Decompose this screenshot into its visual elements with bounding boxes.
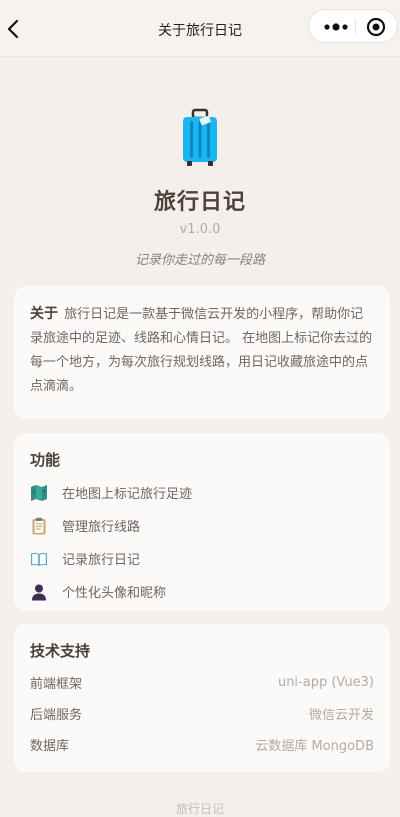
feature-item: 个性化头像和昵称 [30, 575, 374, 608]
tech-value: uni-app (Vue3) [277, 675, 374, 690]
feature-label: 个性化头像和昵称 [62, 586, 167, 601]
features-title: 功能 [30, 451, 61, 469]
features-card: 功能 在地图上标记旅行足迹 管理旅行线路 记录旅行日记 个性化头像和昵称 [14, 433, 390, 611]
tech-key: 后端服务 [30, 708, 83, 723]
close-icon[interactable] [365, 16, 387, 38]
more-icon[interactable] [319, 16, 353, 38]
feature-item: 管理旅行线路 [30, 509, 374, 542]
intro-description: 旅行日记是一款基于微信云开发的小程序，帮助你记录旅途中的足迹、线路和心情日记。 … [30, 307, 373, 394]
app-header: 旅行日记 v1.0.0 记录你走过的每一段路 [0, 108, 400, 268]
tech-row: 前端框架 uni-app (Vue3) [30, 667, 374, 698]
intro-text-block: 关于 旅行日记是一款基于微信云开发的小程序，帮助你记录旅途中的足迹、线路和心情日… [30, 302, 374, 399]
feature-label: 记录旅行日记 [62, 553, 141, 568]
navigation-bar: 关于旅行日记 [0, 0, 400, 57]
intro-card: 关于 旅行日记是一款基于微信云开发的小程序，帮助你记录旅途中的足迹、线路和心情日… [14, 286, 390, 419]
feature-label: 在地图上标记旅行足迹 [62, 487, 193, 502]
feature-item: 在地图上标记旅行足迹 [30, 476, 374, 509]
user-icon [32, 584, 46, 600]
tech-row: 数据库 云数据库 MongoDB [30, 729, 374, 760]
tech-title: 技术支持 [30, 642, 91, 660]
book-icon [31, 552, 47, 566]
tech-row: 后端服务 微信云开发 [30, 698, 374, 729]
tech-key: 数据库 [30, 739, 70, 754]
app-slogan: 记录你走过的每一段路 [134, 253, 265, 268]
tech-value: 微信云开发 [308, 708, 374, 723]
app-version: v1.0.0 [179, 222, 221, 237]
feature-item: 记录旅行日记 [30, 542, 374, 575]
intro-label: 关于 [30, 306, 58, 322]
tech-value: 云数据库 MongoDB [255, 739, 374, 754]
capsule-divider [355, 19, 356, 35]
footer-text: 旅行日记 [175, 802, 224, 816]
clipboard-icon [32, 517, 46, 534]
feature-label: 管理旅行线路 [62, 520, 141, 535]
tech-card: 技术支持 前端框架 uni-app (Vue3) 后端服务 微信云开发 数据库 … [14, 624, 390, 772]
mini-program-capsule [308, 9, 398, 43]
map-icon [31, 484, 47, 501]
tech-key: 前端框架 [30, 677, 83, 692]
app-name: 旅行日记 [153, 190, 246, 215]
suitcase-icon [183, 108, 217, 166]
